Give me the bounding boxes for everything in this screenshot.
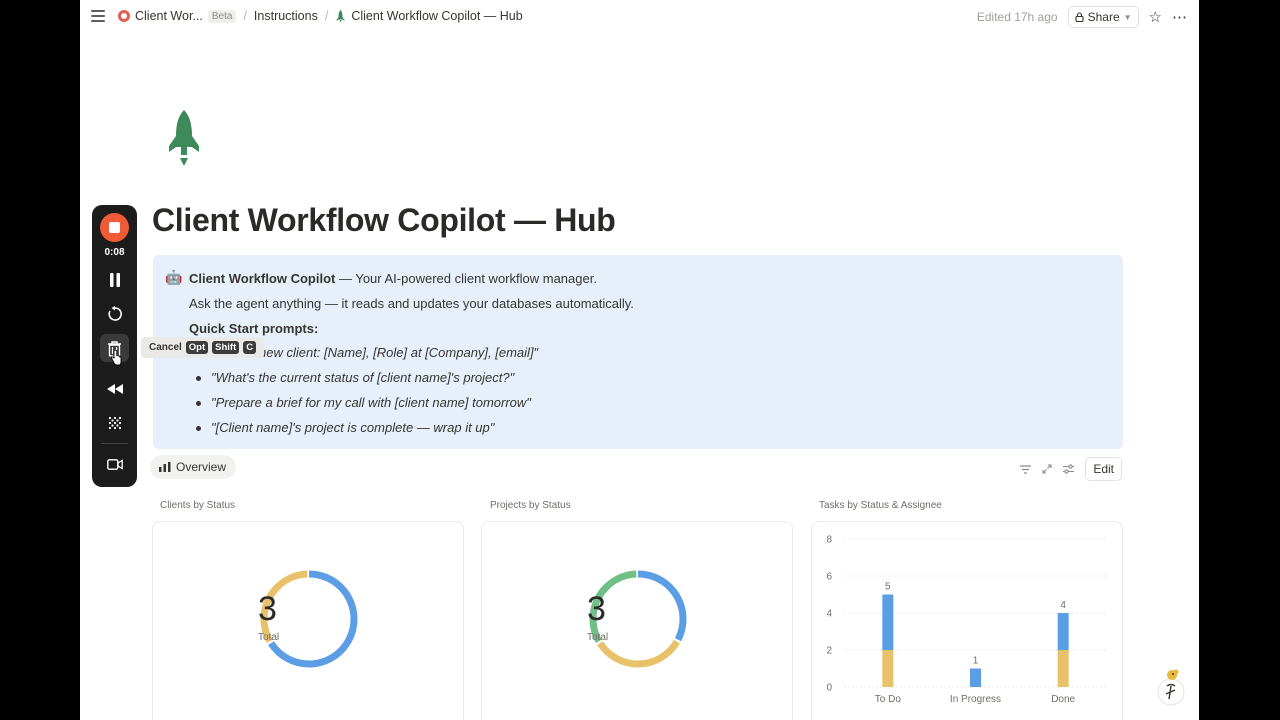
chart-card-tasks[interactable]: 0 2 4 6 8 5 To Do 1 In Progress 4 Done — [811, 521, 1123, 720]
kbd-key: C — [243, 341, 257, 354]
pause-button[interactable] — [100, 265, 129, 294]
stop-recording-button[interactable] — [100, 213, 129, 242]
app-logo-icon — [118, 10, 130, 22]
chart-card-projects[interactable]: 3 Total — [481, 521, 793, 720]
x-tick-label: Done — [1051, 694, 1075, 705]
top-bar: Client Wor... Beta / Instructions / Clie… — [80, 0, 1199, 34]
settings-icon[interactable] — [1063, 464, 1075, 474]
prompt-text: new client: [Name], [Role] at [Company],… — [259, 345, 539, 360]
tab-overview-label: Overview — [176, 460, 227, 474]
chart-icon — [159, 462, 171, 472]
x-tick-label: To Do — [875, 694, 902, 705]
callout-tagline: — Your AI-powered client workflow manage… — [335, 271, 597, 286]
star-icon[interactable]: ☆ — [1149, 8, 1162, 26]
expand-icon[interactable] — [1042, 464, 1052, 474]
page-title[interactable]: Client Workflow Copilot — Hub — [152, 202, 616, 239]
prompt-item: "[Client name]'s project is complete — w… — [189, 420, 538, 445]
kbd-key: Shift — [212, 341, 240, 354]
callout-description: Ask the agent anything — it reads and up… — [189, 296, 634, 311]
restart-button[interactable] — [100, 299, 129, 328]
share-label: Share — [1087, 10, 1120, 24]
chart-title-tasks: Tasks by Status & Assignee — [819, 500, 942, 511]
recorder-panel: 0:08 — [92, 205, 137, 487]
y-tick-label: 6 — [826, 572, 832, 583]
recording-time: 0:08 — [104, 247, 125, 258]
donut-total-label: Total — [587, 632, 609, 643]
y-tick-label: 0 — [826, 683, 832, 694]
view-tools: Edit — [1020, 457, 1122, 481]
beta-badge: Beta — [207, 9, 237, 23]
rewind-icon — [106, 383, 123, 394]
donut-total-value: 3 — [258, 590, 277, 628]
breadcrumb: Client Wor... Beta / Instructions / Clie… — [118, 9, 523, 23]
kbd-key: Opt — [185, 341, 209, 354]
share-button[interactable]: Share ▼ — [1067, 6, 1139, 28]
bar-segment — [1057, 613, 1069, 650]
rewind-button[interactable] — [100, 374, 129, 403]
bar-total-label: 4 — [1060, 600, 1066, 611]
chart-title-projects: Projects by Status — [490, 500, 571, 511]
more-icon[interactable]: ⋯ — [1172, 8, 1187, 26]
bar-total-label: 5 — [885, 582, 891, 593]
callout-heading: Quick Start prompts: — [189, 321, 319, 336]
pause-icon — [109, 272, 120, 287]
crumb-separator: / — [324, 9, 329, 23]
callout-intro: Client Workflow Copilot — Your AI-powere… — [189, 271, 597, 286]
prompt-item: "Prepare a brief for my call with [clien… — [189, 395, 538, 420]
x-tick-label: In Progress — [950, 694, 1001, 705]
edited-timestamp: Edited 17h ago — [976, 10, 1058, 24]
cancel-shortcut-tooltip: Cancel Opt Shift C — [141, 337, 265, 358]
callout-block[interactable]: 🤖 Client Workflow Copilot — Your AI-powe… — [153, 255, 1123, 449]
donut-total-label: Total — [258, 632, 280, 643]
y-tick-label: 4 — [826, 609, 832, 620]
hand-cursor-icon — [111, 350, 122, 366]
bar-segment — [1057, 650, 1069, 687]
crumb-instructions[interactable]: Instructions — [254, 9, 318, 23]
helper-avatar-icon[interactable] — [1156, 668, 1186, 706]
tooltip-cancel-label: Cancel — [149, 342, 182, 353]
y-tick-label: 8 — [826, 535, 832, 546]
grid-button[interactable] — [100, 408, 129, 437]
lock-icon — [1075, 12, 1084, 22]
bar-total-label: 1 — [973, 656, 979, 667]
edit-button[interactable]: Edit — [1085, 457, 1122, 481]
grid-icon — [108, 416, 121, 429]
y-tick-label: 2 — [826, 646, 832, 657]
crumb-separator: / — [243, 9, 247, 23]
donut-chart: 3 Total — [587, 568, 689, 670]
bar-segment — [882, 650, 894, 687]
bar-chart-svg: 0 2 4 6 8 5 To Do 1 In Progress 4 Done — [826, 535, 1107, 705]
camera-button[interactable] — [100, 450, 129, 479]
stop-icon — [109, 222, 120, 233]
chart-card-clients[interactable]: 3 Total — [152, 521, 464, 720]
donut-chart: 3 Total — [258, 568, 360, 670]
chevron-down-icon: ▼ — [1123, 12, 1132, 22]
bar-segment — [970, 668, 981, 687]
crumb-page-label: Client Workflow Copilot — Hub — [351, 9, 523, 23]
chart-title-clients: Clients by Status — [160, 500, 236, 511]
robot-icon: 🤖 — [165, 269, 183, 285]
donut-total-value: 3 — [587, 590, 606, 628]
recorder-divider — [101, 443, 128, 444]
restart-icon — [107, 305, 122, 321]
prompt-item: "What's the current status of [client na… — [189, 370, 538, 395]
tab-overview[interactable]: Overview — [150, 455, 237, 479]
crumb-app[interactable]: Client Wor... Beta — [118, 9, 237, 23]
top-bar-actions: Edited 17h ago Share ▼ ☆ ⋯ — [977, 6, 1187, 28]
bar-segment — [882, 594, 894, 650]
prompt-list: new client: [Name], [Role] at [Company],… — [189, 345, 538, 445]
menu-icon[interactable] — [91, 10, 105, 22]
page-rocket-icon[interactable] — [164, 110, 204, 168]
filter-icon[interactable] — [1020, 464, 1032, 474]
callout-bold-name: Client Workflow Copilot — [189, 271, 336, 286]
crumb-instructions-label: Instructions — [253, 9, 318, 23]
crumb-app-label: Client Wor... — [135, 9, 203, 23]
camera-icon — [106, 459, 123, 470]
crumb-page[interactable]: Client Workflow Copilot — Hub — [335, 9, 523, 23]
rocket-icon — [336, 9, 345, 22]
page-surface: Client Wor... Beta / Instructions / Clie… — [80, 0, 1199, 720]
